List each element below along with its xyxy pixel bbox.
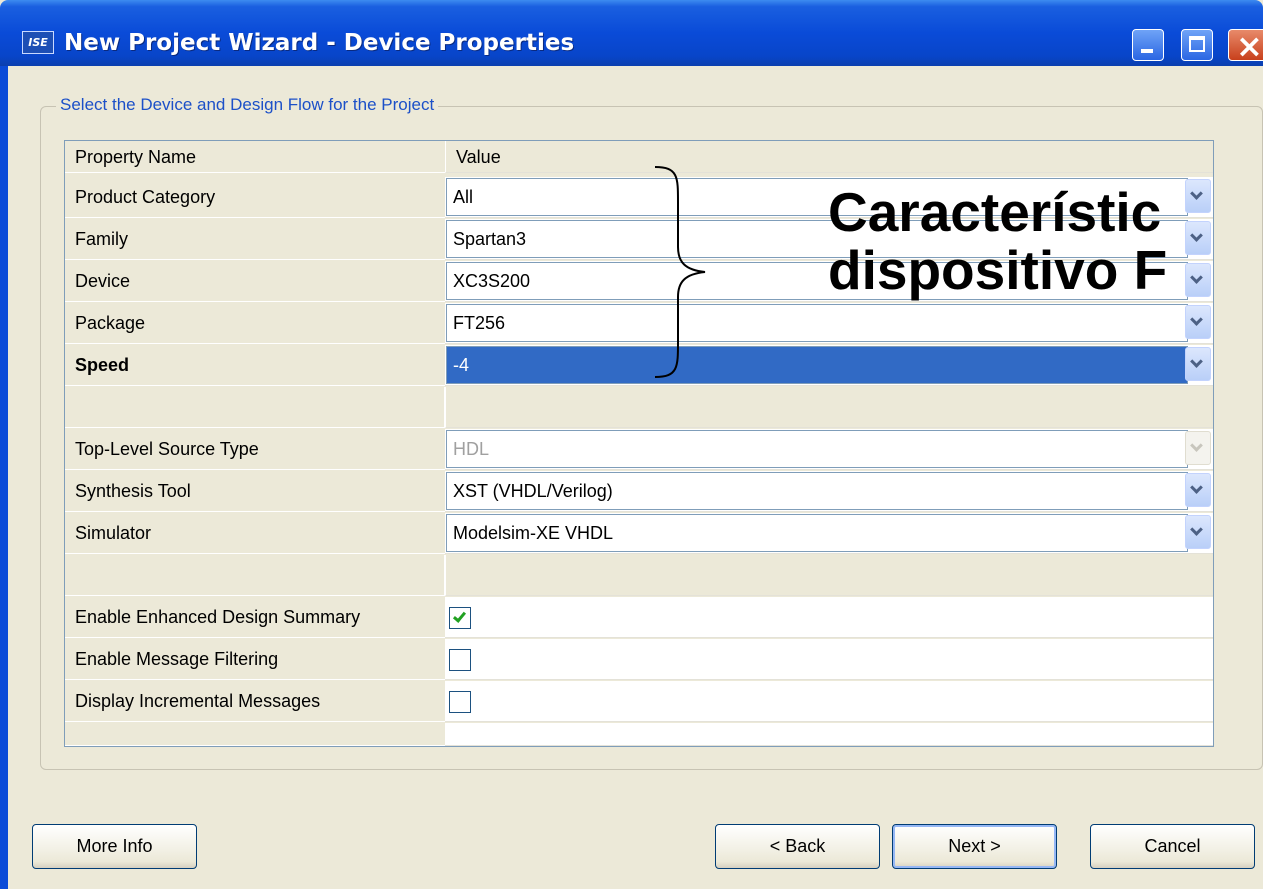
empty-cell [445, 723, 1213, 746]
property-name: Family [65, 219, 445, 260]
synthesis-tool-select[interactable]: XST (VHDL/Verilog) [446, 472, 1188, 510]
annotation-line-1: Característic [828, 181, 1162, 243]
minimize-button[interactable] [1132, 29, 1164, 61]
annotation-text: Característic dispositivo F [828, 183, 1167, 299]
grid-row-top-level-source-type: Top-Level Source Type HDL [65, 429, 1213, 471]
chevron-down-icon [1190, 439, 1203, 452]
property-name: Enable Message Filtering [65, 639, 445, 680]
message-filtering-checkbox[interactable] [449, 649, 471, 671]
chevron-down-icon [1190, 481, 1203, 494]
property-value-cell: XST (VHDL/Verilog) [445, 471, 1213, 512]
property-name: Product Category [65, 177, 445, 218]
select-value: XC3S200 [453, 271, 531, 291]
header-value-cell: Value [445, 141, 1213, 173]
group-legend: Select the Device and Design Flow for th… [56, 95, 439, 115]
chevron-down-icon [1190, 229, 1203, 242]
dropdown-button[interactable] [1185, 221, 1211, 255]
select-value: All [453, 187, 474, 207]
chevron-down-icon [1190, 355, 1203, 368]
grid-separator-row [65, 387, 1213, 429]
empty-cell [65, 723, 445, 746]
property-value-cell: Modelsim-XE VHDL [445, 513, 1213, 554]
window-title: New Project Wizard - Device Properties [64, 30, 575, 56]
chevron-down-icon [1190, 313, 1203, 326]
dropdown-button[interactable] [1185, 263, 1211, 297]
property-name: Enable Enhanced Design Summary [65, 597, 445, 638]
empty-cell [445, 387, 1213, 428]
property-value-cell: -4 [445, 345, 1213, 386]
empty-cell [445, 555, 1213, 596]
dropdown-button[interactable] [1185, 179, 1211, 213]
dropdown-button[interactable] [1185, 305, 1211, 339]
window-frame-left [0, 66, 8, 889]
select-value: XST (VHDL/Verilog) [453, 481, 613, 501]
maximize-button[interactable] [1181, 29, 1213, 61]
property-value-cell [445, 639, 1213, 680]
dropdown-button[interactable] [1185, 347, 1211, 381]
property-name: Package [65, 303, 445, 344]
grid-header: Property Name Value [65, 141, 1213, 173]
checkmark-icon [452, 609, 467, 623]
property-value-cell [445, 681, 1213, 722]
grid-row-simulator: Simulator Modelsim-XE VHDL [65, 513, 1213, 555]
curly-brace-annotation [654, 166, 706, 378]
grid-row-incremental-messages: Display Incremental Messages [65, 681, 1213, 723]
dropdown-button[interactable] [1185, 515, 1211, 549]
select-value: Spartan3 [453, 229, 527, 249]
next-button[interactable]: Next > [892, 824, 1057, 869]
close-icon: × [1236, 27, 1263, 65]
top-level-source-select: HDL [446, 430, 1188, 468]
package-select[interactable]: FT256 [446, 304, 1188, 342]
grid-row-synthesis-tool: Synthesis Tool XST (VHDL/Verilog) [65, 471, 1213, 513]
header-property-name: Property Name [65, 141, 445, 173]
cancel-button[interactable]: Cancel [1090, 824, 1255, 869]
simulator-select[interactable]: Modelsim-XE VHDL [446, 514, 1188, 552]
property-name: Speed [65, 345, 445, 386]
select-value: HDL [453, 439, 490, 459]
back-button[interactable]: < Back [715, 824, 880, 869]
grid-row-enhanced-design-summary: Enable Enhanced Design Summary [65, 597, 1213, 639]
property-value-cell [445, 597, 1213, 638]
dropdown-button [1185, 431, 1211, 465]
property-value-cell: HDL [445, 429, 1213, 470]
chevron-down-icon [1190, 523, 1203, 536]
incremental-messages-checkbox[interactable] [449, 691, 471, 713]
enhanced-design-summary-checkbox[interactable] [449, 607, 471, 629]
chevron-down-icon [1190, 187, 1203, 200]
grid-row-message-filtering: Enable Message Filtering [65, 639, 1213, 681]
close-button[interactable]: × [1228, 27, 1263, 65]
grid-separator-row [65, 555, 1213, 597]
select-value: -4 [453, 355, 470, 375]
property-name: Display Incremental Messages [65, 681, 445, 722]
property-value-cell: FT256 [445, 303, 1213, 344]
dropdown-button[interactable] [1185, 473, 1211, 507]
wizard-window: ISE New Project Wizard - Device Properti… [0, 0, 1263, 889]
chevron-down-icon [1190, 271, 1203, 284]
property-name: Synthesis Tool [65, 471, 445, 512]
ise-app-icon: ISE [22, 31, 54, 54]
empty-cell [65, 555, 445, 596]
select-value: Modelsim-XE VHDL [453, 523, 614, 543]
header-value: Value [456, 147, 501, 167]
grid-row-speed: Speed -4 [65, 345, 1213, 387]
more-info-button[interactable]: More Info [32, 824, 197, 869]
speed-select[interactable]: -4 [446, 346, 1188, 384]
title-bar[interactable]: ISE New Project Wizard - Device Properti… [0, 0, 1263, 66]
grid-trailing-row [65, 723, 1213, 746]
annotation-line-2: dispositivo F [828, 239, 1168, 301]
select-value: FT256 [453, 313, 506, 333]
property-name: Simulator [65, 513, 445, 554]
empty-cell [65, 387, 445, 428]
grid-row-package: Package FT256 [65, 303, 1213, 345]
property-name: Device [65, 261, 445, 302]
property-name: Top-Level Source Type [65, 429, 445, 470]
